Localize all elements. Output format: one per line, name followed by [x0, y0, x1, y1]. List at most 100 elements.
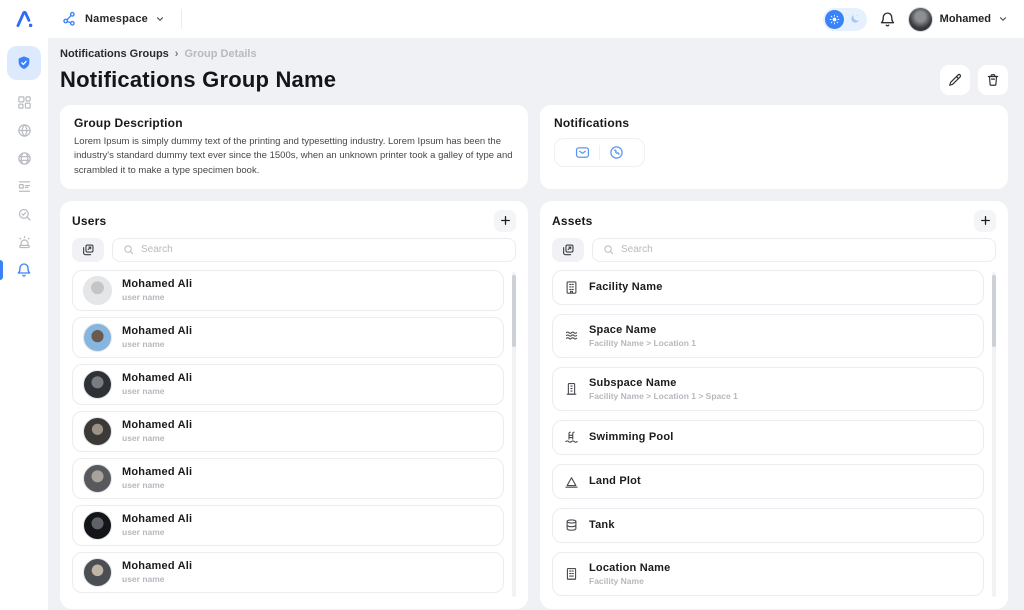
asset-row[interactable]: Location Name Facility Name [552, 552, 984, 596]
user-avatar [83, 276, 112, 305]
dark-mode-button[interactable] [846, 10, 865, 29]
user-name: Mohamed Ali [122, 560, 192, 572]
channel[interactable] [566, 145, 599, 160]
tank-icon [564, 518, 579, 533]
add-user-button[interactable] [494, 210, 516, 232]
plus-icon [979, 214, 992, 227]
breadcrumb-parent[interactable]: Notifications Groups [60, 48, 169, 60]
users-list: Mohamed Ali user name Mohamed Ali user n… [72, 270, 516, 599]
breadcrumb-separator: › [175, 48, 179, 60]
user-avatar [83, 323, 112, 352]
user-row[interactable]: Mohamed Ali user name [72, 270, 504, 311]
user-role: user name [122, 527, 192, 537]
breadcrumb: Notifications Groups › Group Details [60, 48, 1008, 60]
user-row[interactable]: Mohamed Ali user name [72, 505, 504, 546]
asset-row[interactable]: Land Plot [552, 464, 984, 499]
notification-bell-icon [16, 262, 32, 278]
asset-name: Swimming Pool [589, 431, 674, 443]
assets-panel: Assets [540, 201, 1008, 609]
action-button[interactable] [940, 65, 970, 95]
asset-path: Facility Name [589, 576, 670, 586]
user-avatar [83, 558, 112, 587]
users-panel: Users [60, 201, 528, 609]
user-row[interactable]: Mohamed Ali user name [72, 458, 504, 499]
multi-select-button[interactable] [552, 238, 584, 262]
siren-icon [17, 235, 32, 250]
light-mode-button[interactable] [825, 10, 844, 29]
assets-list: Facility Name Space Name Facility Name >… [552, 270, 996, 599]
sidebar-item[interactable] [0, 256, 48, 284]
assets-scrollbar-thumb[interactable] [992, 275, 996, 347]
users-scrollbar [512, 272, 516, 597]
user-role: user name [122, 386, 192, 396]
shield-check-icon [7, 46, 41, 80]
asset-row[interactable]: Tank [552, 508, 984, 543]
user-role: user name [122, 574, 192, 584]
chevron-down-icon [998, 14, 1008, 24]
users-search-input[interactable] [141, 244, 505, 255]
assets-search [592, 238, 996, 262]
notification-channels [554, 138, 645, 167]
sidebar-item[interactable] [0, 228, 48, 256]
user-row[interactable]: Mohamed Ali user name [72, 364, 504, 405]
user-row[interactable]: Mohamed Ali user name [72, 317, 504, 358]
multi-select-button[interactable] [72, 238, 104, 262]
user-row[interactable]: Mohamed Ali user name [72, 552, 504, 593]
search-icon [123, 244, 134, 255]
notifications-card: Notifications [540, 105, 1008, 189]
theme-toggle [823, 8, 867, 31]
pool-icon [564, 430, 579, 445]
land-icon [564, 474, 579, 489]
user-name: Mohamed [940, 13, 991, 25]
asset-row[interactable]: Facility Name [552, 270, 984, 305]
group-description-card: Group Description Lorem Ipsum is simply … [60, 105, 528, 189]
notifications-bell-button[interactable] [879, 11, 896, 28]
search-icon [603, 244, 614, 255]
sidebar-item[interactable] [0, 88, 48, 116]
assets-panel-title: Assets [552, 214, 593, 228]
action-button[interactable] [978, 65, 1008, 95]
asset-name: Location Name [589, 562, 670, 574]
space-icon [564, 328, 579, 343]
app-logo[interactable] [0, 9, 48, 30]
namespace-selector[interactable]: Namespace [62, 11, 165, 27]
asset-name: Space Name [589, 324, 696, 336]
user-name: Mohamed Ali [122, 466, 192, 478]
globe-icon [17, 123, 32, 138]
users-search [112, 238, 516, 262]
user-avatar [83, 417, 112, 446]
form-list-icon [17, 179, 32, 194]
sidebar-item[interactable] [0, 172, 48, 200]
add-asset-button[interactable] [974, 210, 996, 232]
sidebar-item[interactable] [0, 200, 48, 228]
user-menu[interactable]: Mohamed [908, 7, 1008, 32]
asset-name: Tank [589, 519, 615, 531]
sidebar-item[interactable] [0, 46, 48, 80]
multi-select-icon [561, 243, 575, 257]
asset-row[interactable]: Subspace Name Facility Name > Location 1… [552, 367, 984, 411]
sidebar [0, 38, 48, 610]
users-scrollbar-thumb[interactable] [512, 275, 516, 347]
user-avatar [83, 464, 112, 493]
user-name: Mohamed Ali [122, 513, 192, 525]
facility-icon [564, 280, 579, 295]
asset-path: Facility Name > Location 1 [589, 338, 696, 348]
email-icon [575, 145, 590, 160]
channel[interactable] [599, 145, 633, 160]
asset-row[interactable]: Space Name Facility Name > Location 1 [552, 314, 984, 358]
assets-search-input[interactable] [621, 244, 985, 255]
search-check-icon [17, 207, 32, 222]
description-body: Lorem Ipsum is simply dummy text of the … [74, 135, 514, 178]
bell-icon [879, 11, 896, 28]
user-row[interactable]: Mohamed Ali user name [72, 411, 504, 452]
delete-icon [986, 73, 1000, 87]
sidebar-item[interactable] [0, 116, 48, 144]
user-name: Mohamed Ali [122, 419, 192, 431]
user-role: user name [122, 339, 192, 349]
user-role: user name [122, 480, 192, 490]
asset-row[interactable]: Swimming Pool [552, 420, 984, 455]
user-avatar [908, 7, 933, 32]
dashboard-grid-icon [17, 95, 32, 110]
sidebar-item[interactable] [0, 144, 48, 172]
multi-select-icon [81, 243, 95, 257]
